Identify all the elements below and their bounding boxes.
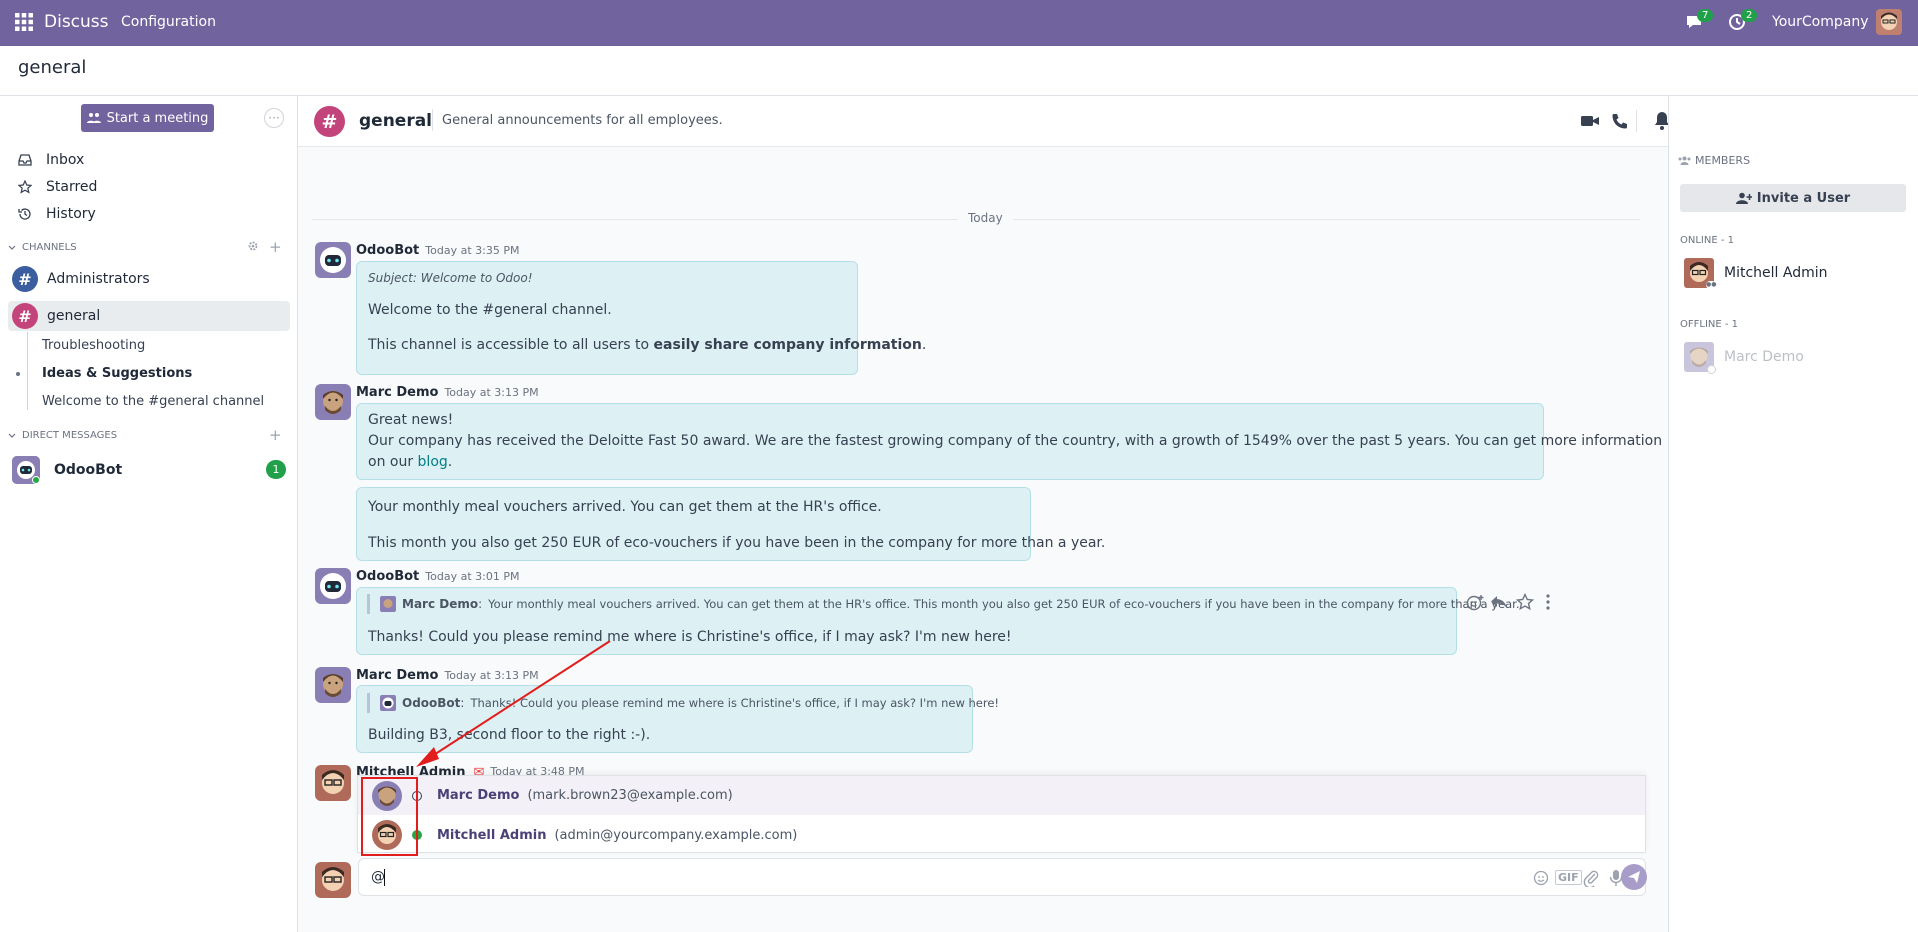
- apps-menu-icon[interactable]: [14, 12, 34, 32]
- members-panel: MEMBERS Invite a User ONLINE - 1 ●● Mitc…: [1668, 96, 1918, 932]
- sidebar-item-label: Inbox: [46, 152, 85, 168]
- inbox-icon: [18, 154, 32, 166]
- unread-count-badge: 1: [266, 460, 286, 479]
- member-avatar: ●●: [1684, 258, 1717, 289]
- members-title: MEMBERS: [1695, 154, 1751, 167]
- top-navbar: Discuss Configuration 7 2 YourCompany: [0, 0, 1918, 46]
- online-status-icon: [32, 476, 40, 484]
- members-header: MEMBERS: [1678, 154, 1750, 167]
- add-user-icon: [1735, 192, 1752, 204]
- member-marc-demo[interactable]: Marc Demo: [1684, 342, 1906, 374]
- channels-header: CHANNELS: [22, 242, 77, 253]
- discuss-sidebar: Start a meeting ··· Inbox Starred Histor…: [0, 96, 298, 932]
- channels-category[interactable]: CHANNELS: [8, 242, 77, 253]
- channel-settings-icon[interactable]: [247, 240, 259, 252]
- online-header: ONLINE - 1: [1680, 235, 1734, 246]
- subchannel-tree-line: [27, 332, 28, 410]
- menu-configuration[interactable]: Configuration: [121, 14, 216, 30]
- channel-hash-icon: #: [12, 266, 38, 292]
- sidebar-item-history[interactable]: History: [18, 206, 96, 222]
- odoobot-avatar: [12, 456, 40, 484]
- member-avatar: [1684, 342, 1716, 374]
- invite-user-label: Invite a User: [1756, 190, 1851, 206]
- company-switcher[interactable]: YourCompany: [1772, 14, 1869, 30]
- unread-dot: [16, 372, 20, 376]
- member-mitchell-admin[interactable]: ●● Mitchell Admin: [1684, 258, 1906, 289]
- chevron-down-icon: [8, 245, 16, 250]
- member-name: Marc Demo: [1724, 349, 1804, 365]
- sidebar-item-label: Starred: [46, 179, 98, 195]
- thread-area: # general General announcements for all …: [298, 96, 1861, 932]
- sidebar-item-general[interactable]: # general: [8, 301, 290, 331]
- subchannel-welcome[interactable]: Welcome to the #general channel: [42, 394, 264, 409]
- annotation-arrow: [416, 640, 611, 767]
- typing-status-icon: ●●: [1706, 281, 1717, 289]
- sidebar-item-label: general: [47, 308, 101, 324]
- messages-count-badge: 7: [1697, 9, 1714, 22]
- offline-header: OFFLINE - 1: [1680, 319, 1739, 330]
- sidebar-item-administrators[interactable]: # Administrators: [12, 266, 288, 292]
- users-icon: [86, 113, 101, 123]
- star-icon: [18, 180, 32, 194]
- dm-header: DIRECT MESSAGES: [22, 430, 118, 441]
- chevron-down-icon: [8, 433, 16, 438]
- history-icon: [18, 208, 31, 220]
- invite-user-button[interactable]: Invite a User: [1680, 184, 1906, 212]
- add-dm-icon[interactable]: +: [269, 426, 282, 444]
- page-title: general: [18, 57, 87, 78]
- activities-count-badge: 2: [1741, 9, 1758, 22]
- subchannel-troubleshooting[interactable]: Troubleshooting: [42, 338, 145, 353]
- sidebar-item-label: Administrators: [47, 271, 150, 287]
- app-name[interactable]: Discuss: [44, 12, 109, 32]
- direct-messages-category[interactable]: DIRECT MESSAGES: [8, 430, 117, 441]
- channel-hash-icon: #: [12, 303, 38, 329]
- member-name: Mitchell Admin: [1724, 265, 1828, 281]
- add-channel-icon[interactable]: +: [269, 238, 282, 256]
- start-meeting-button[interactable]: Start a meeting: [81, 104, 214, 132]
- members-icon: [1678, 156, 1691, 165]
- user-avatar[interactable]: [1876, 9, 1902, 35]
- sidebar-item-label: OdooBot: [54, 462, 123, 478]
- sidebar-item-label: History: [46, 206, 96, 222]
- sidebar-item-odoobot[interactable]: OdooBot: [12, 456, 288, 484]
- more-options-icon[interactable]: ···: [264, 108, 284, 128]
- sidebar-item-inbox[interactable]: Inbox: [18, 152, 84, 168]
- control-panel: general: [0, 46, 1918, 96]
- sidebar-item-starred[interactable]: Starred: [18, 179, 97, 195]
- start-meeting-label: Start a meeting: [106, 110, 209, 126]
- offline-status-icon: [1707, 365, 1716, 374]
- subchannel-ideas[interactable]: Ideas & Suggestions: [42, 366, 192, 381]
